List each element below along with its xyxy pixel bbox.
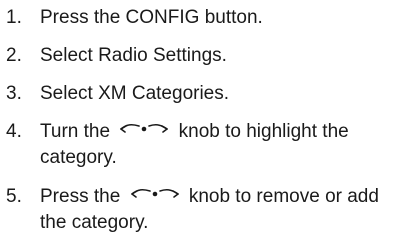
step-content: Press the knob to remove or add the cate…	[40, 184, 390, 236]
step-3: 3. Select XM Categories.	[6, 81, 390, 107]
tune-knob-icon	[129, 183, 181, 209]
step-text: Select Radio Settings.	[40, 45, 227, 66]
step-2: 2. Select Radio Settings.	[6, 43, 390, 69]
step-number: 2.	[6, 45, 22, 66]
step-number: 3.	[6, 83, 22, 104]
step-number: 4.	[6, 121, 22, 142]
step-text-before: Press the	[40, 186, 121, 207]
step-text-before: Turn the	[40, 121, 111, 142]
step-text: Press the CONFIG button.	[40, 7, 263, 28]
tune-knob-icon	[118, 118, 170, 144]
step-number: 5.	[6, 186, 22, 207]
step-number: 1.	[6, 7, 22, 28]
step-5: 5. Press the knob to remove or add the c…	[6, 184, 390, 236]
step-4: 4. Turn the knob to highlight the catego…	[6, 119, 390, 171]
step-text: Select XM Categories.	[40, 83, 230, 104]
step-content: Turn the knob to highlight the category.	[40, 119, 390, 171]
step-1: 1. Press the CONFIG button.	[6, 5, 390, 31]
